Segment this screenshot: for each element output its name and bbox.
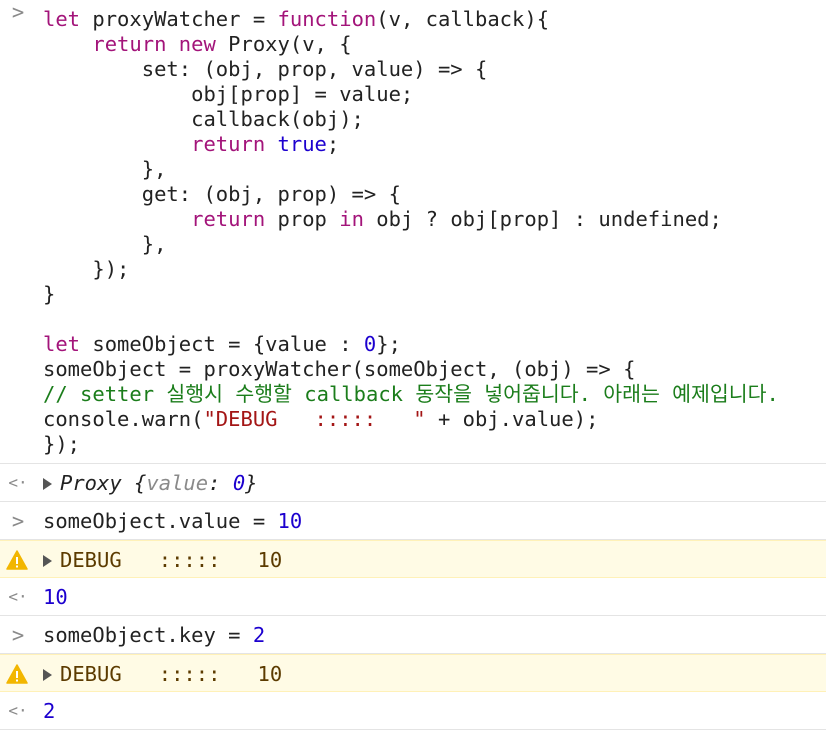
code-token: console.warn( [43,407,204,431]
code-comment: // setter 실행시 수행할 callback 동작을 넣어줍니다. 아래… [43,382,779,406]
input-code: someObject.value = [43,509,278,533]
input-prompt-icon: > [11,623,25,647]
code-token: prop [265,207,340,231]
result-value: 10 [43,585,68,609]
code-token: return [191,132,266,156]
object-brace: { [121,471,147,495]
code-line: }); [43,257,130,281]
warning-value: 10 [257,662,283,686]
input-prompt-icon: > [11,509,25,533]
code-token: let [43,7,81,31]
expand-triangle-icon[interactable] [43,669,52,681]
code-editor[interactable]: let proxyWatcher = function(v, callback)… [43,7,826,457]
object-key: value [146,471,209,495]
code-token: return [92,32,167,56]
warning-value: 10 [257,548,283,572]
code-token: true [277,132,327,156]
object-preview[interactable]: Proxy {value: 0} [60,471,258,495]
output-prompt-icon: <· [8,587,28,606]
code-token: 0 [363,332,377,356]
code-token: return [191,207,266,231]
code-token: new [178,32,216,56]
console-warning-row: DEBUG ::::: 10 [0,540,826,578]
object-type: Proxy [60,471,122,495]
console-result-row: <· 2 [0,692,826,730]
code-token: (v, callback){ [376,7,550,31]
expand-triangle-icon[interactable] [43,478,52,490]
input-code: someObject.key = [43,623,253,647]
warning-label: DEBUG [60,662,122,686]
warning-icon [6,664,28,684]
console-result-row: <· Proxy {value: 0} [0,464,826,502]
object-brace: } [245,471,258,495]
code-token: function [277,7,377,31]
output-prompt-icon: <· [8,701,28,720]
code-line: }, [43,157,167,181]
code-line: get: (obj, prop) => { [43,182,401,206]
console-result-row: <· 10 [0,578,826,616]
result-value: 2 [43,699,56,723]
warning-separator: ::::: [158,548,221,572]
warning-label: DEBUG [60,548,122,572]
console-input-row[interactable]: > someObject.value = 10 [0,502,826,540]
code-line: someObject = proxyWatcher(someObject, (o… [43,357,636,381]
code-token: Proxy(v, { [215,32,352,56]
code-token: }; [376,332,401,356]
code-line: }, [43,232,167,256]
code-token: + obj.value); [425,407,599,431]
code-token: in [339,207,364,231]
console-warning-row: DEBUG ::::: 10 [0,654,826,692]
console-input-row[interactable]: > someObject.key = 2 [0,616,826,654]
object-colon: : [208,471,233,495]
code-line: } [43,282,56,306]
code-line: set: (obj, prop, value) => { [43,57,488,81]
warning-separator: ::::: [158,662,221,686]
code-line: callback(obj); [43,107,364,131]
code-token: proxyWatcher = [80,7,278,31]
code-token: obj ? obj[prop] : undefined; [363,207,722,231]
expand-triangle-icon[interactable] [43,555,52,567]
console-input-code-block[interactable]: > let proxyWatcher = function(v, callbac… [0,0,826,464]
code-token: let [43,332,81,356]
warning-icon [6,550,28,570]
input-number: 10 [277,509,303,533]
code-token: someObject = {value : [80,332,364,356]
object-value: 0 [232,471,246,495]
code-line: obj[prop] = value; [43,82,414,106]
code-string: "DEBUG ::::: " [203,407,426,431]
input-prompt-icon: > [11,0,25,24]
code-line: }); [43,432,81,456]
output-prompt-icon: <· [8,473,28,492]
code-token: ; [326,132,340,156]
input-number: 2 [252,623,266,647]
